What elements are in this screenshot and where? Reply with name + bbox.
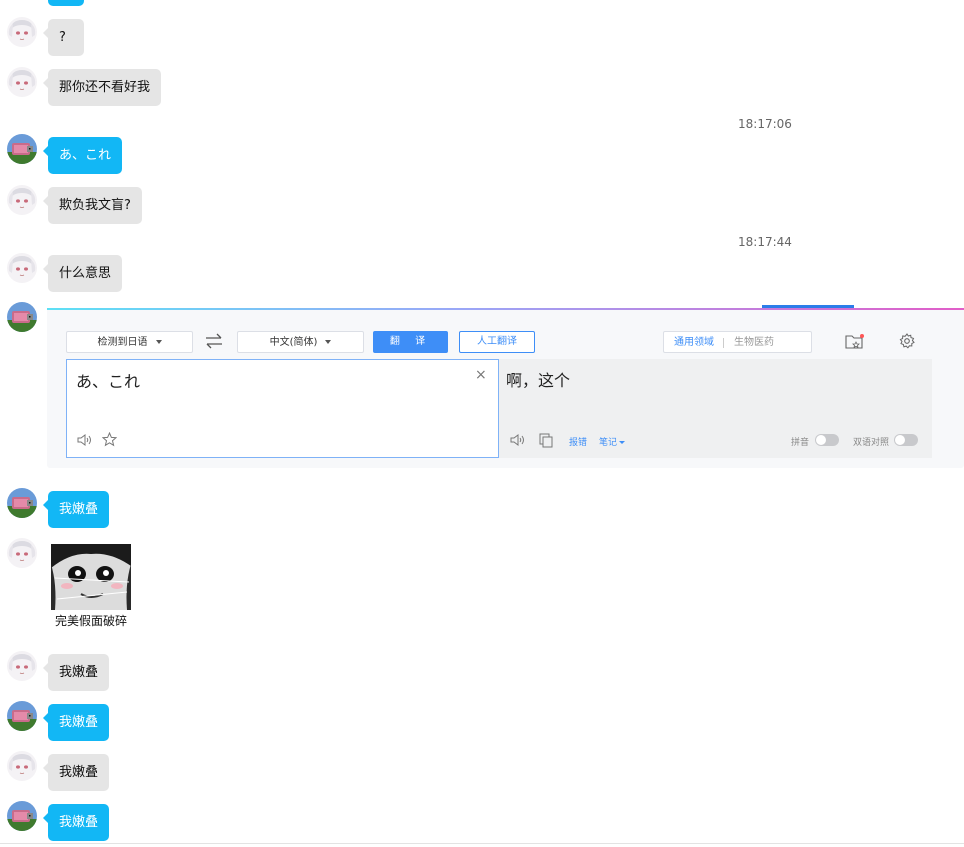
close-icon[interactable]: × — [475, 368, 487, 382]
result-text-area: 啊，这个 报错 笔记 拼音 双语对照 — [499, 359, 932, 458]
my-avatar[interactable] — [7, 134, 37, 164]
domain-divider — [723, 338, 724, 348]
gear-icon[interactable] — [899, 333, 915, 349]
human-translate-button[interactable]: 人工翻译 — [459, 331, 535, 353]
bottom-divider — [0, 843, 964, 844]
message-bubble[interactable]: 什么意思 — [42, 255, 123, 292]
target-language-select[interactable]: 中文(简体) — [237, 331, 364, 353]
sticker-message[interactable]: 完美假面破碎 — [48, 541, 134, 630]
active-tab-indicator — [762, 305, 854, 308]
message-timestamp: 18:17:44 — [738, 235, 792, 249]
source-language-select[interactable]: 检测到日语 — [66, 331, 193, 353]
my-avatar[interactable] — [7, 801, 37, 831]
message-bubble[interactable]: 我嫩叠 — [42, 804, 110, 841]
message-bubble[interactable]: あ、これ — [42, 137, 123, 174]
contact-avatar[interactable] — [7, 17, 37, 47]
domain-general[interactable]: 通用领域 — [674, 332, 714, 354]
message-bubble[interactable]: ? — [43, 19, 84, 56]
translate-button[interactable]: 翻 译 — [373, 331, 448, 353]
my-avatar[interactable] — [7, 701, 37, 731]
target-language-label: 中文(简体) — [269, 337, 318, 348]
contact-avatar[interactable] — [7, 651, 37, 681]
contact-avatar[interactable] — [7, 67, 37, 97]
message-bubble[interactable]: 欺负我文盲? — [43, 187, 142, 224]
notes-link[interactable]: 笔记 — [599, 435, 626, 448]
source-language-label: 检测到日语 — [97, 337, 148, 348]
message-bubble[interactable]: 我嫩叠 — [42, 654, 110, 691]
favorites-folder-icon[interactable] — [845, 333, 865, 351]
bilingual-label: 双语对照 — [853, 438, 890, 448]
notes-label: 笔记 — [599, 438, 618, 448]
panel-top-line — [47, 308, 964, 310]
speaker-icon[interactable] — [77, 433, 93, 451]
contact-avatar[interactable] — [7, 538, 37, 568]
chevron-down-icon — [325, 340, 332, 344]
pinyin-label: 拼音 — [791, 438, 810, 448]
contact-avatar[interactable] — [7, 253, 37, 283]
pinyin-toggle[interactable] — [815, 434, 839, 446]
domain-bio[interactable]: 生物医药 — [734, 332, 774, 354]
contact-avatar[interactable] — [7, 185, 37, 215]
contact-avatar[interactable] — [7, 751, 37, 781]
source-text-area[interactable]: あ、これ × — [66, 359, 499, 458]
speaker-icon[interactable] — [510, 433, 526, 451]
message-bubble-partial[interactable] — [48, 0, 84, 6]
domain-select[interactable]: 通用领域 生物医药 — [663, 331, 812, 353]
my-avatar[interactable] — [7, 488, 37, 518]
message-bubble[interactable]: 那你还不看好我 — [42, 69, 162, 106]
result-text[interactable]: 啊，这个 — [506, 367, 570, 391]
message-bubble[interactable]: 我嫩叠 — [42, 704, 110, 741]
bilingual-toggle[interactable] — [894, 434, 918, 446]
chevron-down-icon — [619, 441, 626, 444]
sticker-image — [51, 544, 131, 610]
message-bubble[interactable]: 我嫩叠 — [42, 754, 110, 791]
message-timestamp: 18:17:06 — [738, 117, 792, 131]
translator-panel: 检测到日语 中文(简体) 翻 译 人工翻译 通用领域 生物医药 あ、これ × 啊… — [47, 305, 964, 468]
my-avatar[interactable] — [7, 302, 37, 332]
swap-arrows-icon[interactable] — [205, 333, 223, 349]
star-icon[interactable] — [101, 431, 118, 451]
message-bubble[interactable]: 我嫩叠 — [42, 491, 110, 528]
chevron-down-icon — [155, 340, 162, 344]
copy-icon[interactable] — [539, 433, 553, 452]
sticker-caption: 完美假面破碎 — [54, 614, 127, 628]
source-text[interactable]: あ、これ — [76, 368, 140, 392]
report-error-link[interactable]: 报错 — [569, 435, 587, 448]
